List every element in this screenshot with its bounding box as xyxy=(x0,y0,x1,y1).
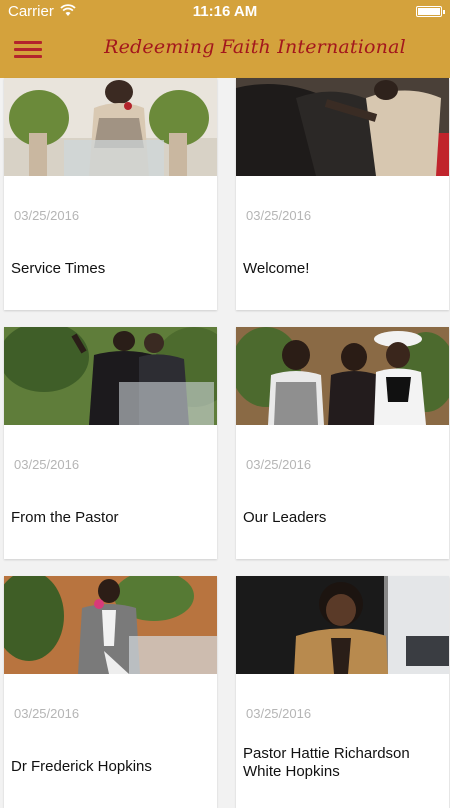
clock: 11:16 AM xyxy=(192,3,258,20)
card-from-the-pastor[interactable]: 03/25/2016 From the Pastor xyxy=(4,327,217,559)
card-service-times[interactable]: 03/25/2016 Service Times xyxy=(4,78,217,310)
card-date: 03/25/2016 xyxy=(14,457,80,472)
pastor-preaching-photo xyxy=(4,327,217,425)
card-title: Service Times xyxy=(11,260,106,277)
dr-frederick-hopkins-photo xyxy=(4,576,217,674)
battery-icon xyxy=(416,6,445,17)
card-title: Pastor Hattie Richardson White Hopkins xyxy=(243,745,410,780)
pastor-hattie-photo xyxy=(236,576,449,674)
app-header: Redeeming Faith International xyxy=(0,24,450,78)
app-title: Redeeming Faith International xyxy=(104,36,406,58)
card-our-leaders[interactable]: 03/25/2016 Our Leaders xyxy=(236,327,449,559)
card-date: 03/25/2016 xyxy=(246,208,312,223)
card-date: 03/25/2016 xyxy=(246,457,312,472)
card-date: 03/25/2016 xyxy=(14,208,80,223)
card-title: Our Leaders xyxy=(243,509,327,526)
card-date: 03/25/2016 xyxy=(246,706,312,721)
card-title: Welcome! xyxy=(243,260,310,277)
card-date: 03/25/2016 xyxy=(14,706,80,721)
pastor-at-podium-photo xyxy=(4,78,217,176)
card-pastor-hattie[interactable]: 03/25/2016 Pastor Hattie Richardson Whit… xyxy=(236,576,449,808)
content-grid: 03/25/2016 Service Times 03/25/2016 Welc… xyxy=(0,78,450,808)
card-title: From the Pastor xyxy=(11,509,119,526)
card-title: Dr Frederick Hopkins xyxy=(11,758,152,775)
status-bar: Carrier 11:16 AM xyxy=(0,0,450,24)
card-welcome[interactable]: 03/25/2016 Welcome! xyxy=(236,78,449,310)
card-dr-frederick-hopkins[interactable]: 03/25/2016 Dr Frederick Hopkins xyxy=(4,576,217,808)
congregation-photo xyxy=(236,78,449,176)
leaders-group-photo xyxy=(236,327,449,425)
hamburger-menu-icon[interactable] xyxy=(14,38,42,62)
